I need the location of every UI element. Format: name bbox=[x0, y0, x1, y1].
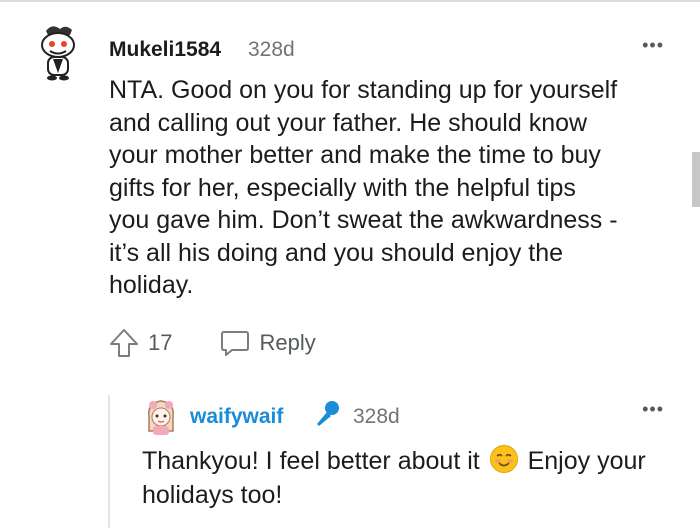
vote-count: 17 bbox=[148, 330, 173, 355]
more-options-icon[interactable]: ••• bbox=[642, 400, 664, 418]
microphone-icon bbox=[317, 401, 339, 426]
top-divider bbox=[0, 0, 700, 2]
scrollbar-thumb[interactable] bbox=[692, 152, 700, 207]
reply-button[interactable]: Reply bbox=[219, 327, 316, 359]
more-options-icon[interactable]: ••• bbox=[642, 36, 664, 54]
thread-line[interactable] bbox=[108, 395, 110, 528]
reply-age: 328d bbox=[353, 405, 400, 428]
smiling-face-emoji-icon bbox=[489, 445, 518, 473]
comment-body: NTA. Good on you for standing up for you… bbox=[109, 76, 618, 299]
reply-label: Reply bbox=[259, 330, 316, 355]
comment-username[interactable]: Mukeli1584 bbox=[109, 38, 221, 62]
reply-body: Thankyou! I feel better about it Enjoy y… bbox=[142, 444, 662, 512]
upvote-arrow-icon[interactable] bbox=[108, 327, 140, 359]
comment-age: 328d bbox=[248, 38, 295, 61]
comment-actions: 17 Reply bbox=[108, 326, 316, 360]
speech-bubble-icon bbox=[221, 331, 250, 356]
reply-username[interactable]: waifywaif bbox=[190, 405, 283, 429]
girl-avatar-icon[interactable] bbox=[143, 397, 179, 437]
reply-text-start: Thankyou! I feel better about it bbox=[142, 447, 487, 475]
snoo-avatar-icon[interactable] bbox=[36, 23, 80, 81]
